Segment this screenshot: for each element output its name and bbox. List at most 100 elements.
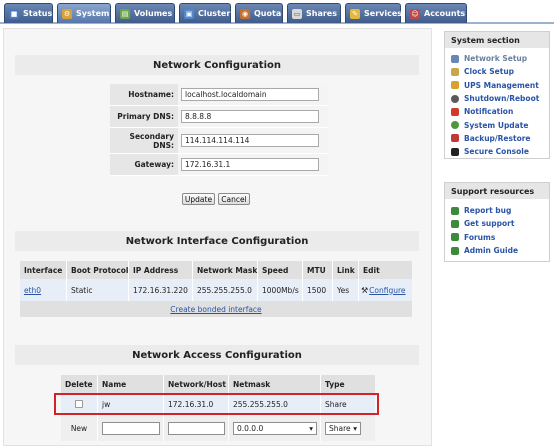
sidebar-item-label: Backup/Restore — [464, 133, 531, 143]
tab-label: Cluster — [198, 9, 231, 18]
col-speed: Speed — [258, 261, 303, 279]
gateway-field[interactable]: 172.16.31.1 — [181, 158, 319, 171]
sidebar-item-label: Forums — [464, 232, 496, 242]
sidebar-item-label: Admin Guide — [464, 246, 519, 256]
tab-label: Shares — [306, 9, 337, 18]
tab-cluster[interactable]: ▣ Cluster — [179, 3, 231, 23]
sidebar-item-label: Report bug — [464, 206, 512, 216]
sidebar-item-notification[interactable]: Notification — [445, 105, 549, 118]
sidebar-item-backup-restore[interactable]: Backup/Restore — [445, 132, 549, 145]
new-network-input[interactable] — [168, 421, 225, 435]
type-select[interactable]: Share ▾ — [325, 421, 361, 435]
tab-label: Status — [23, 9, 53, 18]
interface-link-eth0[interactable]: eth0 — [24, 286, 41, 295]
configure-link[interactable]: Configure — [369, 286, 405, 295]
tab-label: Quota — [254, 9, 282, 18]
shares-icon: ▭ — [292, 8, 302, 19]
sidebar-item-forums[interactable]: Forums — [445, 231, 549, 244]
network-config-title: Network Configuration — [15, 55, 419, 75]
ups-icon — [451, 81, 459, 90]
col-ip-address: IP Address — [129, 261, 193, 279]
new-name-input[interactable] — [102, 421, 160, 435]
tab-volumes[interactable]: ▤ Volumes — [115, 3, 175, 23]
tab-label: System — [76, 9, 110, 18]
main-content: Network Configuration Hostname: localhos… — [3, 28, 432, 446]
sidebar-item-label: Get support — [464, 219, 515, 229]
sidebar-item-label: Notification — [464, 107, 514, 117]
sidebar-item-shutdown-reboot[interactable]: Shutdown/Reboot — [445, 92, 549, 105]
status-icon: ■ — [9, 8, 19, 19]
power-icon — [451, 94, 459, 103]
sidebar-item-get-support[interactable]: Get support — [445, 217, 549, 230]
tab-system[interactable]: ⚙ System — [57, 3, 111, 23]
tab-quota[interactable]: ◉ Quota — [235, 3, 283, 23]
col-mtu: MTU — [303, 261, 333, 279]
create-bonded-interface-link[interactable]: Create bonded interface — [170, 305, 261, 314]
update-button[interactable]: Update — [182, 193, 215, 205]
new-access-row: New 0.0.0.0 ▾ Share ▾ — [61, 415, 375, 441]
volumes-icon: ▤ — [120, 8, 130, 19]
interface-config-title: Network Interface Configuration — [15, 231, 419, 251]
accounts-icon: ☺ — [410, 8, 420, 19]
support-resources-panel: Support resources Report bug Get support… — [444, 182, 550, 262]
gateway-row: Gateway: 172.16.31.1 — [110, 154, 328, 176]
tab-shares[interactable]: ▭ Shares — [287, 3, 341, 23]
gateway-label: Gateway: — [110, 154, 178, 175]
hostname-label: Hostname: — [110, 84, 178, 105]
network-config-form: Hostname: localhost.localdomain Primary … — [110, 84, 328, 176]
wrench-icon — [451, 54, 459, 63]
hostname-field[interactable]: localhost.localdomain — [181, 88, 319, 101]
link-value: Yes — [333, 279, 359, 301]
col-type: Type — [325, 379, 345, 389]
tab-status[interactable]: ■ Status — [4, 3, 53, 23]
sidebar-item-label: Clock Setup — [464, 67, 515, 77]
quota-icon: ◉ — [240, 8, 250, 19]
netmask-select[interactable]: 0.0.0.0 ▾ — [233, 421, 317, 435]
configure-button[interactable]: ⚒ Configure — [359, 279, 412, 301]
update-icon — [451, 121, 459, 130]
tab-label: Services — [364, 9, 403, 18]
bonded-interface-bar: Create bonded interface — [20, 301, 412, 317]
sidebar-item-secure-console[interactable]: Secure Console — [445, 145, 549, 158]
notification-icon — [451, 107, 459, 116]
console-icon — [451, 147, 459, 156]
access-table-header: Delete Name Network/Host Netmask Type — [61, 375, 375, 393]
network-mask-value: 255.255.255.0 — [193, 279, 258, 301]
boot-protocol-value: Static — [67, 279, 129, 301]
col-interface: Interface — [20, 261, 67, 279]
forums-icon — [451, 233, 459, 242]
support-icon — [451, 219, 459, 228]
support-resources-title: Support resources — [445, 183, 549, 199]
system-icon: ⚙ — [62, 8, 72, 19]
sidebar-item-admin-guide[interactable]: Admin Guide — [445, 244, 549, 257]
tab-services[interactable]: ✎ Services — [345, 3, 403, 23]
guide-icon — [451, 246, 459, 255]
system-section-title: System section — [445, 32, 549, 48]
new-row-label: New — [61, 415, 98, 441]
hostname-row: Hostname: localhost.localdomain — [110, 84, 328, 106]
chevron-down-icon: ▾ — [309, 423, 313, 433]
cluster-icon: ▣ — [184, 8, 194, 19]
tab-accounts[interactable]: ☺ Accounts — [405, 3, 467, 23]
sidebar-item-network-setup[interactable]: Network Setup — [445, 52, 549, 65]
sidebar-item-report-bug[interactable]: Report bug — [445, 204, 549, 217]
sidebar-item-clock-setup[interactable]: Clock Setup — [445, 65, 549, 78]
sidebar-item-label: Secure Console — [464, 147, 529, 157]
system-section-panel: System section Network Setup Clock Setup… — [444, 31, 550, 159]
speed-value: 1000Mb/s — [258, 279, 303, 301]
primary-dns-row: Primary DNS: 8.8.8.8 — [110, 106, 328, 128]
tab-label: Accounts — [424, 9, 466, 18]
bug-icon — [451, 206, 459, 215]
secondary-dns-field[interactable]: 114.114.114.114 — [181, 134, 319, 147]
col-netmask: Netmask — [229, 375, 321, 393]
sidebar-item-ups-management[interactable]: UPS Management — [445, 79, 549, 92]
cancel-button[interactable]: Cancel — [218, 193, 250, 205]
mtu-value: 1500 — [303, 279, 333, 301]
interface-table: Interface Boot Protocol IP Address Netwo… — [20, 261, 412, 301]
col-network-host: Network/Host — [164, 375, 229, 393]
sidebar-item-system-update[interactable]: System Update — [445, 118, 549, 131]
netmask-selected: 0.0.0.0 — [237, 423, 264, 433]
interface-table-header: Interface Boot Protocol IP Address Netwo… — [20, 261, 412, 279]
primary-dns-field[interactable]: 8.8.8.8 — [181, 110, 319, 123]
configure-icon: ⚒ — [361, 285, 369, 295]
